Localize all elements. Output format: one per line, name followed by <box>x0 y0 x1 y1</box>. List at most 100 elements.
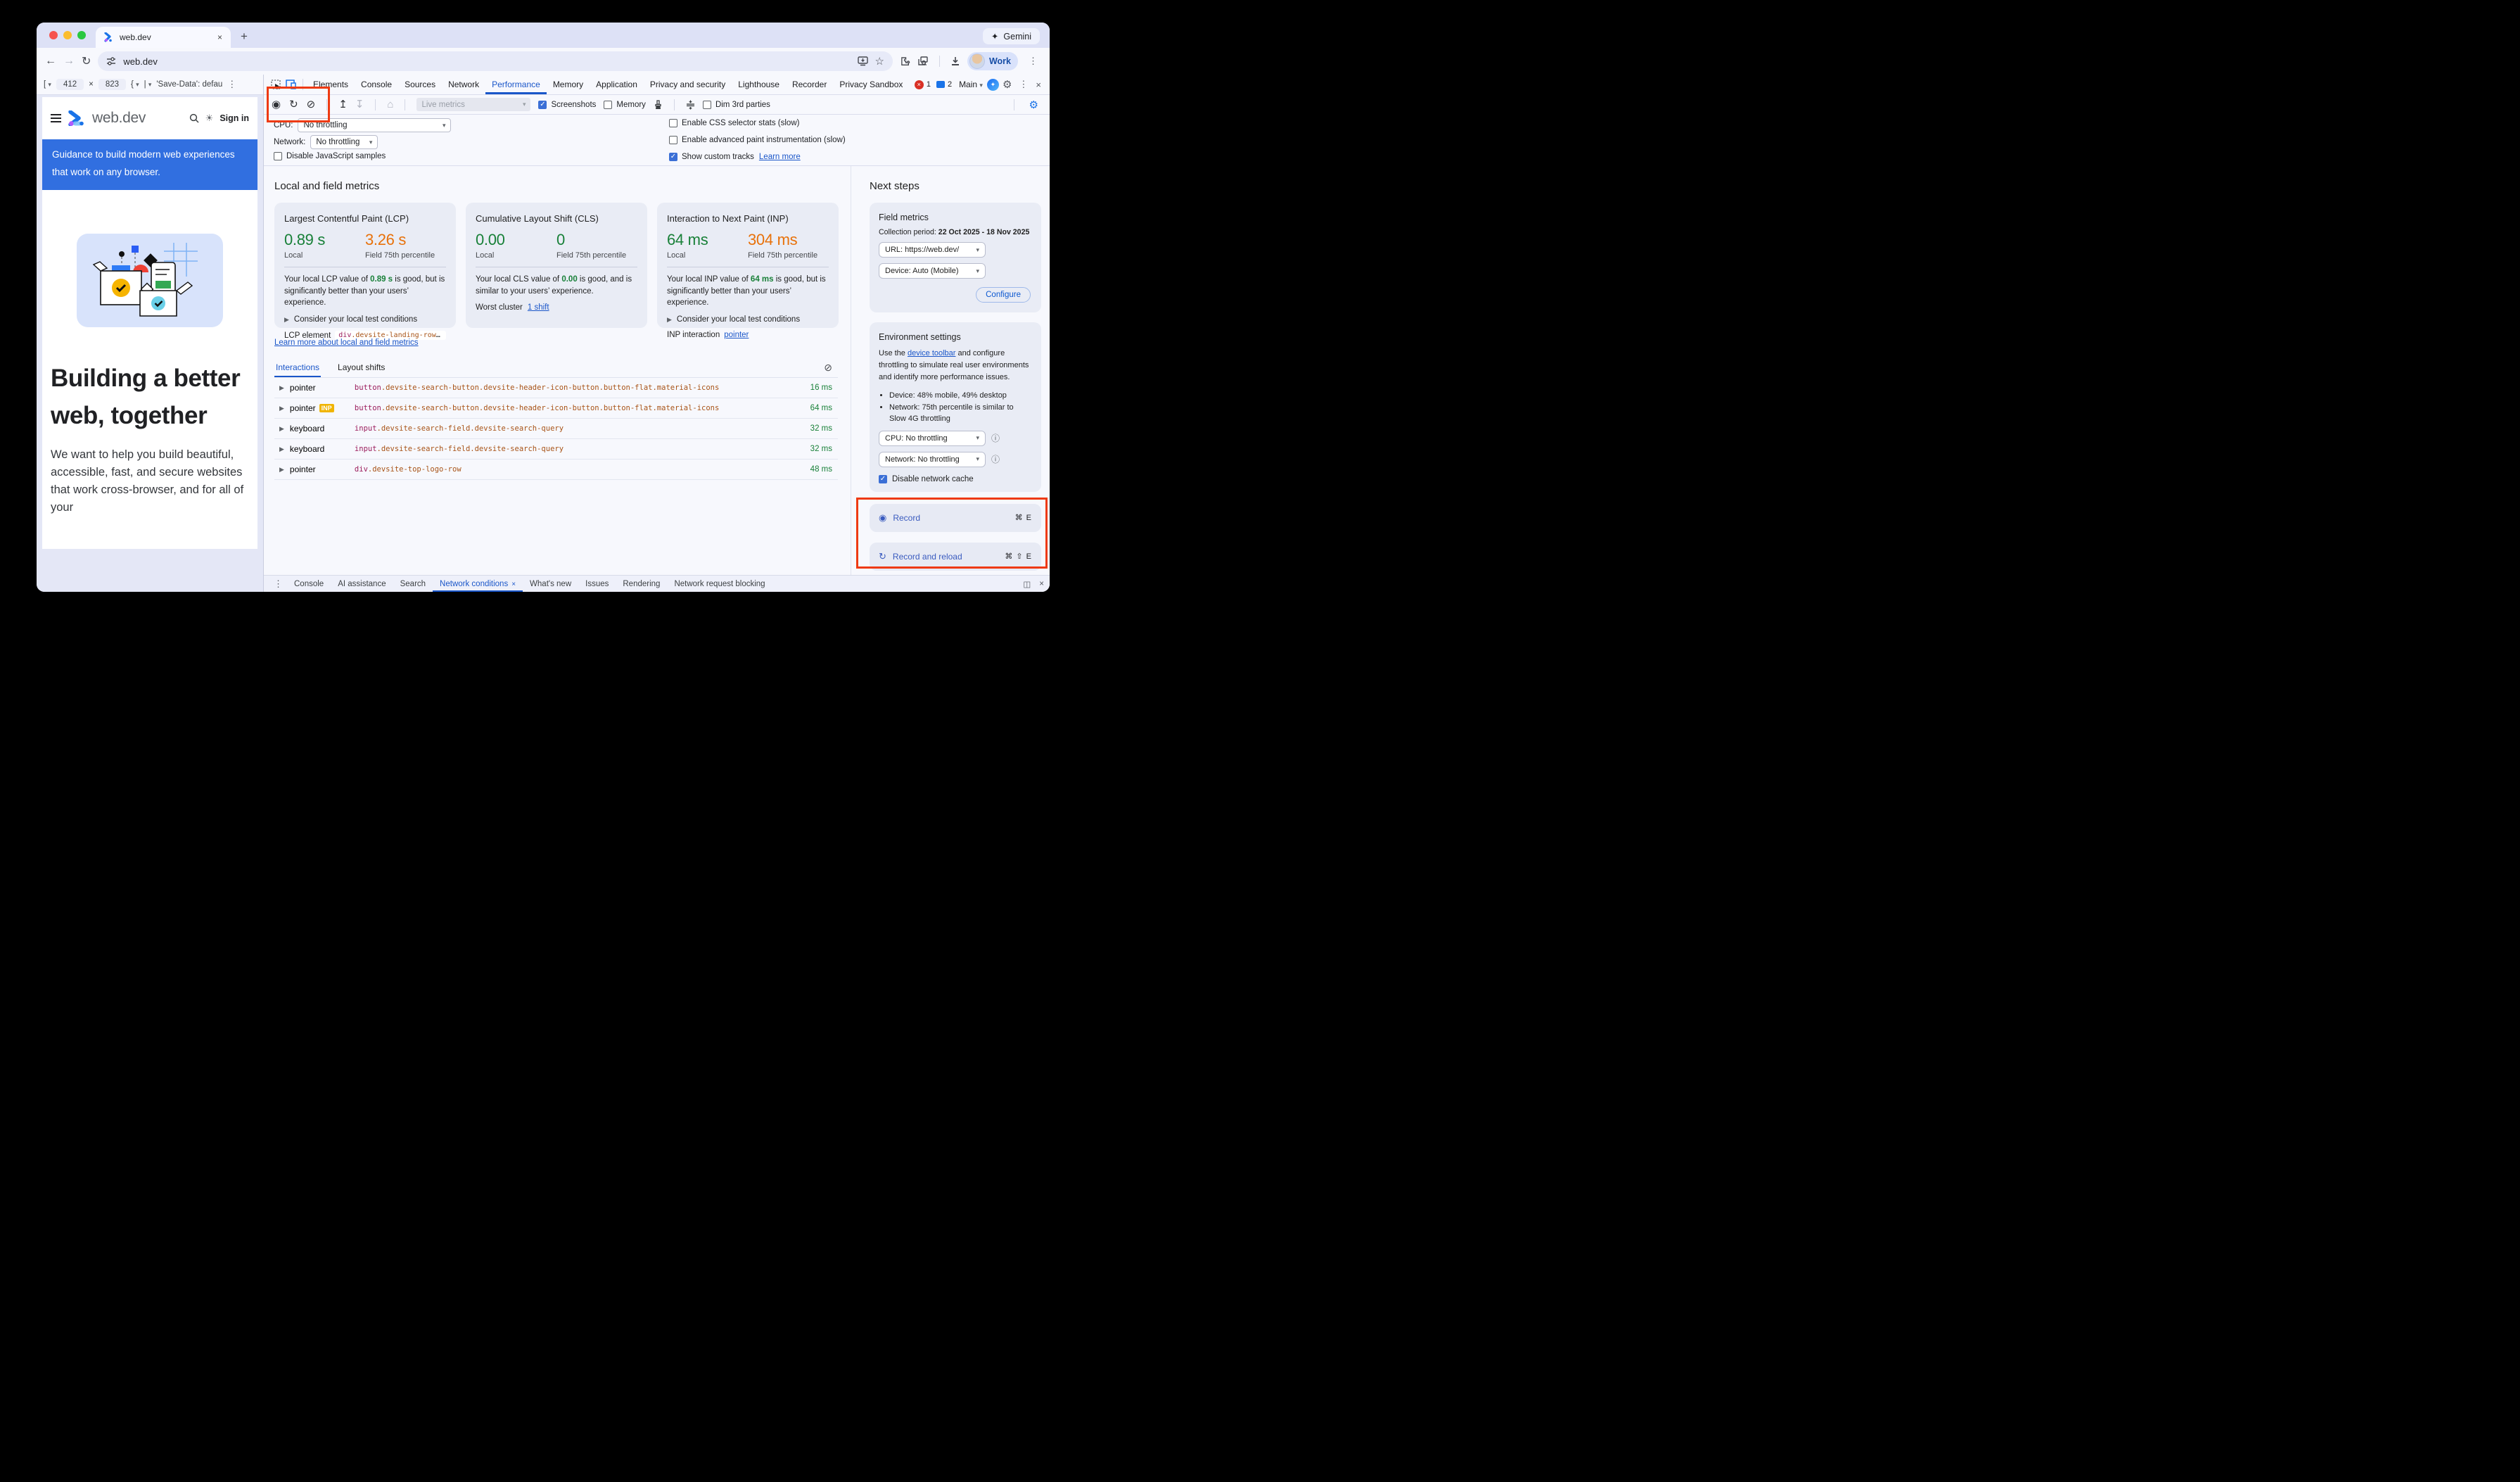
sidebar-cpu-select[interactable]: CPU: No throttling▾ <box>879 431 986 446</box>
cpu-info-icon[interactable]: ⓘ <box>991 432 1000 444</box>
tab-sources[interactable]: Sources <box>398 75 442 94</box>
site-brand[interactable]: web.dev <box>92 110 146 127</box>
tab-memory[interactable]: Memory <box>547 75 590 94</box>
drawer-tab-close-icon[interactable]: × <box>511 581 516 588</box>
field-device-select[interactable]: Device: Auto (Mobile)▾ <box>879 263 986 279</box>
sidebar-network-select[interactable]: Network: No throttling▾ <box>879 452 986 467</box>
device-toolbar-menu-icon[interactable]: ⋮ <box>227 79 236 90</box>
drawer-tab-rendering[interactable]: Rendering <box>616 576 667 592</box>
network-info-icon[interactable]: ⓘ <box>991 453 1000 465</box>
viewport-width-input[interactable]: 412 <box>56 79 84 90</box>
tab-lighthouse[interactable]: Lighthouse <box>732 75 786 94</box>
interaction-row[interactable]: ▶ pointer div.devsite-top-logo-row 48 ms <box>274 460 838 480</box>
record-reload-icon[interactable]: ↻ <box>289 99 298 110</box>
interaction-row[interactable]: ▶ pointer button.devsite-search-button.d… <box>274 378 838 398</box>
browser-menu-icon[interactable]: ⋮ <box>1025 56 1041 67</box>
custom-tracks-learn-more-link[interactable]: Learn more <box>759 153 801 161</box>
record-and-reload-button[interactable]: ↻ Record and reload ⌘ ⇧ E <box>870 543 1041 571</box>
record-button[interactable]: ◉ Record ⌘ E <box>870 504 1041 532</box>
minimize-window-button[interactable] <box>63 31 72 39</box>
history-select[interactable]: Live metrics▾ <box>416 98 530 111</box>
cpu-throttling-select[interactable]: No throttling▾ <box>298 118 451 132</box>
lcp-disclosure[interactable]: ▶ Consider your local test conditions <box>284 315 446 324</box>
omnibox[interactable]: web.dev ☆ <box>98 51 893 71</box>
back-icon[interactable]: ← <box>45 55 56 68</box>
gc-brush-icon[interactable] <box>654 100 663 110</box>
tab-elements[interactable]: Elements <box>307 75 355 94</box>
gemini-button[interactable]: ✦ Gemini <box>983 28 1040 44</box>
close-window-button[interactable] <box>49 31 58 39</box>
new-tab-button[interactable]: + <box>231 30 257 48</box>
ai-assistance-icon[interactable]: ✦ <box>987 79 999 91</box>
interaction-row[interactable]: ▶ pointer INP button.devsite-search-butt… <box>274 398 838 419</box>
theme-toggle-icon[interactable]: ☀ <box>205 113 214 124</box>
forward-icon[interactable]: → <box>63 55 75 68</box>
devtools-close-icon[interactable]: × <box>1031 80 1045 90</box>
install-icon[interactable] <box>858 56 868 66</box>
capture-settings-gear-icon[interactable]: ⚙ <box>1026 99 1042 111</box>
drawer-layout-icon[interactable]: ◫ <box>1023 579 1031 589</box>
drawer-tab-console[interactable]: Console <box>287 576 331 592</box>
tab-privacy-sandbox[interactable]: Privacy Sandbox <box>833 75 909 94</box>
dim-3rd-parties-checkbox[interactable]: Dim 3rd parties <box>703 101 770 109</box>
devtools-menu-icon[interactable]: ⋮ <box>1015 79 1031 90</box>
tab-layout-shifts[interactable]: Layout shifts <box>336 358 386 377</box>
zoom-window-button[interactable] <box>77 31 86 39</box>
zoom-select[interactable]: { ▾ <box>131 80 139 89</box>
issues-count[interactable]: 2 <box>948 80 952 89</box>
search-tabs-icon[interactable] <box>917 56 929 66</box>
interaction-row[interactable]: ▶ keyboard input.devsite-search-field.de… <box>274 419 838 439</box>
drawer-tab-search[interactable]: Search <box>393 576 433 592</box>
row-caret-icon[interactable]: ▶ <box>279 445 284 453</box>
save-profile-icon[interactable]: ↧ <box>355 99 364 110</box>
site-search-icon[interactable] <box>189 113 199 123</box>
bookmark-star-icon[interactable]: ☆ <box>875 55 884 68</box>
tab-recorder[interactable]: Recorder <box>786 75 833 94</box>
drawer-tab-whats-new[interactable]: What's new <box>523 576 578 592</box>
interaction-row[interactable]: ▶ keyboard input.devsite-search-field.de… <box>274 439 838 460</box>
page-reload-icon[interactable]: ↻ <box>82 54 91 68</box>
tab-close-icon[interactable]: × <box>217 32 222 42</box>
disable-js-samples-checkbox[interactable]: Disable JavaScript samples <box>274 152 386 160</box>
tune-icon[interactable] <box>106 56 116 66</box>
screenshots-checkbox[interactable]: ✓ Screenshots <box>538 101 596 109</box>
drawer-close-icon[interactable]: × <box>1039 580 1044 588</box>
inspect-element-icon[interactable] <box>268 80 284 90</box>
live-metrics-home-icon[interactable]: ⌂ <box>387 99 393 110</box>
custom-tracks-checkbox[interactable]: ✓ Show custom tracks <box>669 153 754 161</box>
profile-chip[interactable]: Work <box>967 52 1018 70</box>
tab-console[interactable]: Console <box>355 75 398 94</box>
advanced-paint-checkbox[interactable]: Enable advanced paint instrumentation (s… <box>669 136 846 144</box>
device-toolbar-link[interactable]: device toolbar <box>908 349 956 357</box>
worst-cluster-link[interactable]: 1 shift <box>528 303 549 312</box>
viewport-height-input[interactable]: 823 <box>98 79 126 90</box>
row-caret-icon[interactable]: ▶ <box>279 425 284 433</box>
error-badge-icon[interactable]: × <box>915 80 924 89</box>
drawer-tab-network-conditions[interactable]: Network conditions× <box>433 576 523 592</box>
row-caret-icon[interactable]: ▶ <box>279 466 284 474</box>
drawer-tab-network-request-blocking[interactable]: Network request blocking <box>667 576 772 592</box>
tab-interactions[interactable]: Interactions <box>274 358 321 377</box>
metrics-learn-more-link[interactable]: Learn more about local and field metrics <box>274 338 419 347</box>
issues-badge-icon[interactable] <box>936 81 945 88</box>
record-icon[interactable]: ◉ <box>272 99 281 110</box>
inp-interaction-link[interactable]: pointer <box>724 331 749 339</box>
load-profile-icon[interactable]: ↥ <box>338 99 348 110</box>
throttle-select[interactable]: | ▾ <box>144 80 152 89</box>
css-selector-stats-checkbox[interactable]: Enable CSS selector stats (slow) <box>669 119 799 127</box>
tab-network[interactable]: Network <box>442 75 485 94</box>
device-toolbar-toggle-icon[interactable] <box>284 80 299 89</box>
configure-button[interactable]: Configure <box>976 287 1031 303</box>
downloads-icon[interactable] <box>950 56 960 66</box>
drawer-tab-ai-assistance[interactable]: AI assistance <box>331 576 393 592</box>
sign-in-link[interactable]: Sign in <box>219 113 249 123</box>
drawer-tab-issues[interactable]: Issues <box>578 576 616 592</box>
memory-checkbox[interactable]: Memory <box>604 101 646 109</box>
tab-privacy-security[interactable]: Privacy and security <box>644 75 732 94</box>
field-url-select[interactable]: URL: https://web.dev/▾ <box>879 242 986 258</box>
clear-icon[interactable]: ⊘ <box>307 99 316 110</box>
disable-network-cache-checkbox[interactable]: ✓ Disable network cache <box>879 475 1032 483</box>
collapse-tracks-icon[interactable] <box>686 100 695 110</box>
error-count[interactable]: 1 <box>927 80 931 89</box>
network-throttling-select[interactable]: No throttling▾ <box>310 135 378 149</box>
